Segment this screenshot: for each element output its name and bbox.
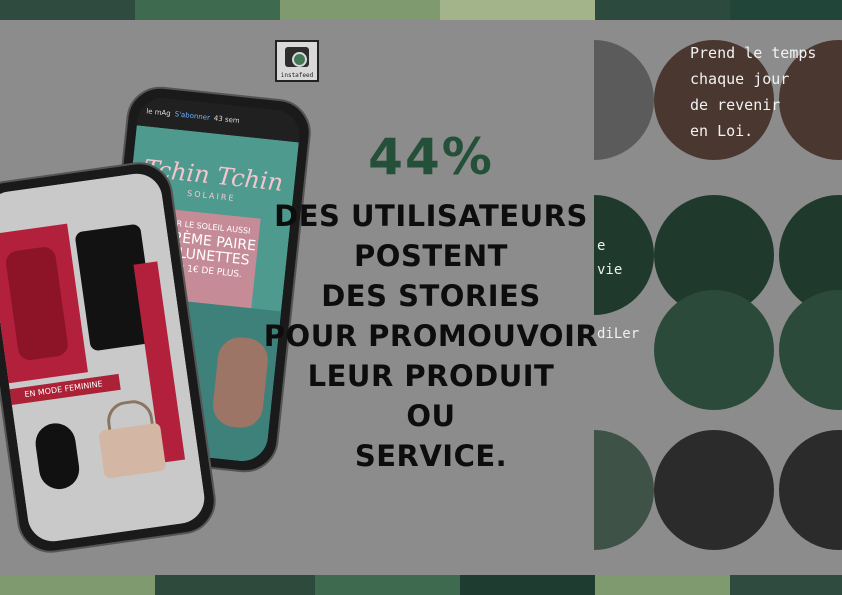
phone-shop-screen: EN MODE FEMININE (0, 170, 208, 545)
collage-photo-people (654, 430, 774, 550)
headline-line: des stories (321, 279, 541, 313)
headline-line: des utilisateurs (274, 199, 588, 233)
headline-block: 44% des utilisateurs postent des stories… (262, 128, 600, 476)
collage-photo-people (779, 430, 842, 550)
headline-line: ou (406, 399, 456, 433)
band-segment (280, 0, 440, 20)
story-follow[interactable]: S'abonner (174, 110, 210, 122)
collage-photo-yoga (779, 290, 842, 410)
story-time: 43 sem (213, 114, 241, 125)
band-segment (0, 575, 155, 595)
band-segment (155, 575, 315, 595)
instafeed-logo: instafeed (275, 40, 319, 82)
collage-photo-trees (594, 430, 654, 550)
collage-photo-yoga (654, 290, 774, 410)
collage-side-word: diLer (597, 326, 640, 342)
band-segment (730, 575, 842, 595)
headline-line: leur produit (307, 359, 555, 393)
band-segment (315, 575, 460, 595)
band-segment (730, 0, 842, 20)
collage-photo-fern (594, 195, 654, 315)
bag-image (98, 422, 167, 479)
bottom-color-band (0, 575, 842, 595)
collage-photo-rock (594, 40, 654, 160)
band-segment (595, 0, 730, 20)
logo-text: instafeed (280, 72, 314, 79)
story-account[interactable]: le mAg (146, 107, 171, 118)
band-segment (0, 0, 135, 20)
band-segment (440, 0, 595, 20)
headline-line: pour promouvoir (263, 319, 599, 353)
quote-line: de revenir (690, 96, 781, 114)
collage-side-word: e (597, 238, 606, 254)
lens-icon (292, 52, 307, 67)
collage-quote: Prend le temps chaque jour de revenir en… (690, 40, 816, 144)
headline-stat: 44% (368, 128, 494, 186)
headline-line: postent (354, 239, 508, 273)
collage-side-word: vie (597, 262, 623, 278)
band-segment (135, 0, 280, 20)
band-segment (595, 575, 730, 595)
quote-line: en Loi. (690, 122, 754, 140)
headline-line: service. (354, 439, 508, 473)
top-color-band (0, 0, 842, 20)
quote-line: Prend le temps (690, 44, 817, 62)
band-segment (460, 575, 595, 595)
quote-line: chaque jour (690, 70, 790, 88)
